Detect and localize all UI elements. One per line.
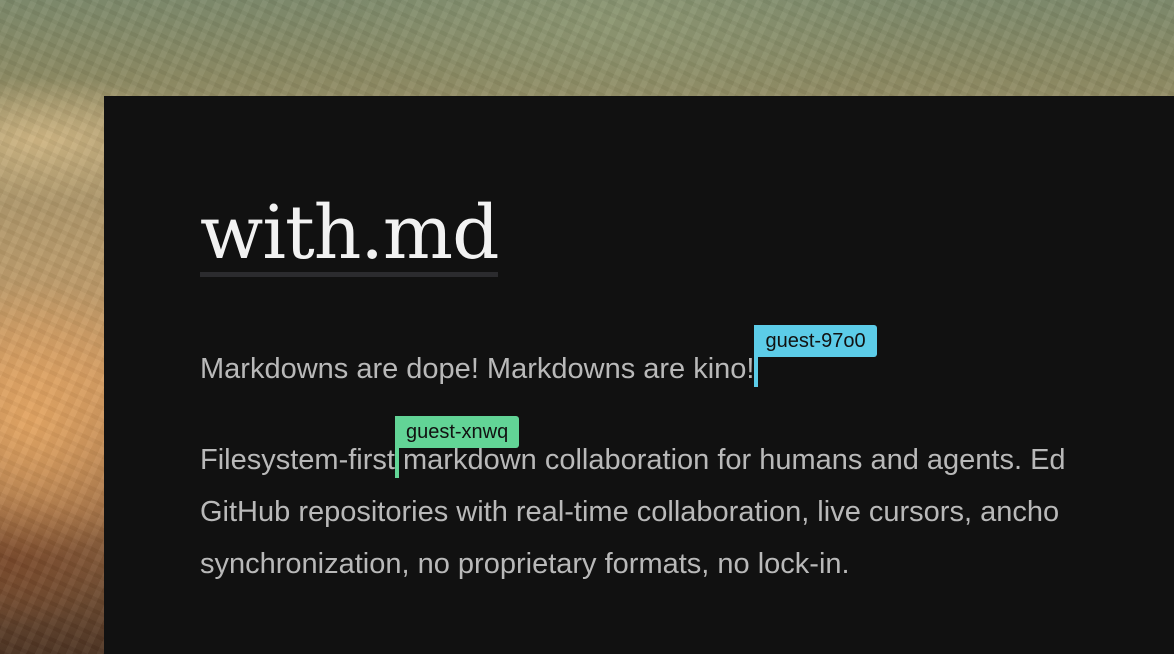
document-title[interactable]: with.md xyxy=(200,196,499,277)
paragraph-intro[interactable]: Markdowns are dope! Markdowns are kino! g… xyxy=(200,325,877,388)
paragraph-intro-text: Markdowns are dope! Markdowns are kino! xyxy=(200,353,755,385)
cursor-user-label: guest-97o0 xyxy=(754,325,877,357)
paragraph-line-2: GitHub repositories with real-time colla… xyxy=(200,496,1060,528)
line-1-start: Filesystem-first xyxy=(200,444,395,476)
paragraph-line-1: Filesystem-first guest-xnwq markdown coll… xyxy=(200,416,1066,486)
editor-panel[interactable]: with.md Markdowns are dope! Markdowns ar… xyxy=(104,96,1174,654)
paragraph-description[interactable]: Filesystem-first guest-xnwq markdown coll… xyxy=(200,416,1066,590)
paragraph-line-3: synchronization, no proprietary formats,… xyxy=(200,548,850,580)
line-1-end: markdown collaboration for humans and ag… xyxy=(394,444,1066,476)
cursor-user-label: guest-xnwq xyxy=(394,416,520,448)
